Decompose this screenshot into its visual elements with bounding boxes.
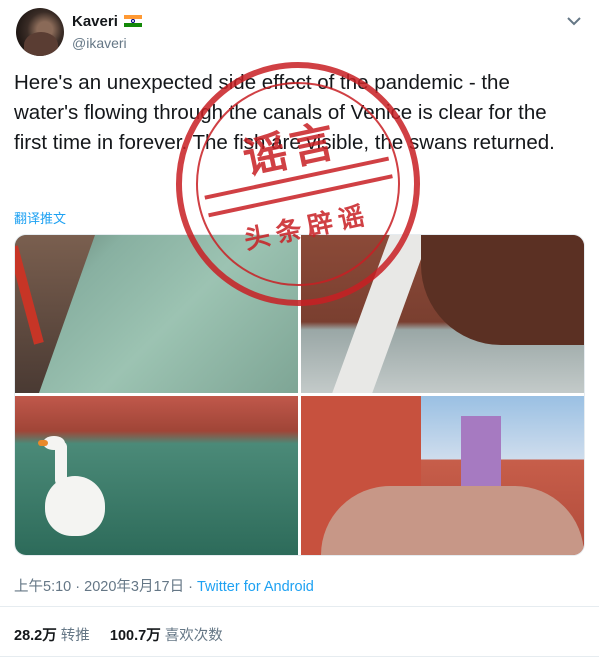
- author-name-text[interactable]: Kaveri: [72, 13, 118, 30]
- retweet-count: 28.2万: [14, 628, 57, 644]
- author-name[interactable]: Kaveri: [72, 13, 142, 30]
- likes-stat[interactable]: 100.7万 喜欢次数: [110, 628, 223, 644]
- tweet-time[interactable]: 上午5:10: [14, 579, 71, 595]
- author-handle[interactable]: @ikaveri: [72, 35, 127, 51]
- retweet-stat[interactable]: 28.2万 转推: [14, 628, 90, 644]
- tweet-text: Here's an unexpected side effect of the …: [14, 71, 555, 154]
- retweet-label: 转推: [60, 628, 90, 644]
- likes-count: 100.7万: [109, 628, 161, 644]
- tweet-source[interactable]: Twitter for Android: [197, 579, 314, 595]
- likes-label: 喜欢次数: [164, 628, 223, 644]
- meta-separator: ·: [188, 579, 193, 595]
- meta-separator: ·: [75, 579, 81, 595]
- india-flag-icon: [123, 15, 142, 27]
- chevron-down-icon[interactable]: [565, 12, 583, 30]
- tweet-stats: 28.2万 转推 100.7万 喜欢次数: [14, 624, 223, 645]
- photo-burano-bridge[interactable]: [301, 396, 584, 555]
- photo-canal-fish[interactable]: [15, 235, 298, 393]
- photo-swan[interactable]: [15, 396, 298, 555]
- tweet-meta: 上午5:10 · 2020年3月17日 · Twitter for Androi…: [14, 575, 314, 596]
- tweet-date[interactable]: 2020年3月17日: [84, 579, 184, 595]
- divider: [0, 606, 599, 607]
- divider: [0, 656, 599, 657]
- translate-link[interactable]: 翻译推文: [14, 208, 66, 227]
- photo-canal-bridge[interactable]: [301, 235, 584, 393]
- avatar[interactable]: [16, 8, 64, 56]
- media-grid: [14, 234, 585, 556]
